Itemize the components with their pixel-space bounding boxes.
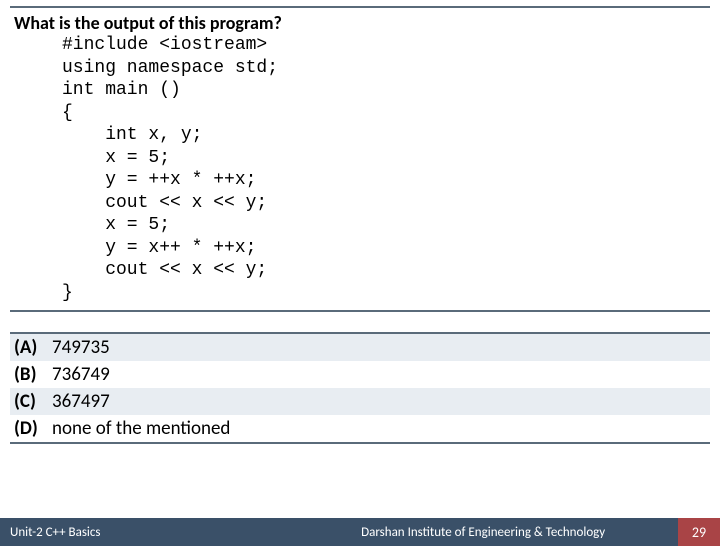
footer: Unit-2 C++ Basics Darshan Institute of E… <box>0 518 720 546</box>
option-a: (A) 749735 <box>10 334 710 361</box>
code-block: #include <iostream> using namespace std;… <box>10 34 710 304</box>
footer-unit: Unit-2 C++ Basics <box>0 525 288 540</box>
option-label: (A) <box>14 336 52 359</box>
footer-institute: Darshan Institute of Engineering & Techn… <box>288 525 678 540</box>
option-d: (D) none of the mentioned <box>10 415 710 442</box>
options-block: (A) 749735 (B) 736749 (C) 367497 (D) non… <box>10 332 710 444</box>
question-block: What is the output of this program? #inc… <box>10 6 710 312</box>
question-text: What is the output of this program? <box>10 12 710 34</box>
option-c: (C) 367497 <box>10 388 710 415</box>
option-label: (D) <box>14 417 52 440</box>
option-label: (B) <box>14 363 52 386</box>
option-label: (C) <box>14 390 52 413</box>
option-text: none of the mentioned <box>52 417 706 440</box>
option-b: (B) 736749 <box>10 361 710 388</box>
option-text: 749735 <box>52 336 706 359</box>
option-text: 736749 <box>52 363 706 386</box>
option-text: 367497 <box>52 390 706 413</box>
footer-page-number: 29 <box>678 518 720 546</box>
